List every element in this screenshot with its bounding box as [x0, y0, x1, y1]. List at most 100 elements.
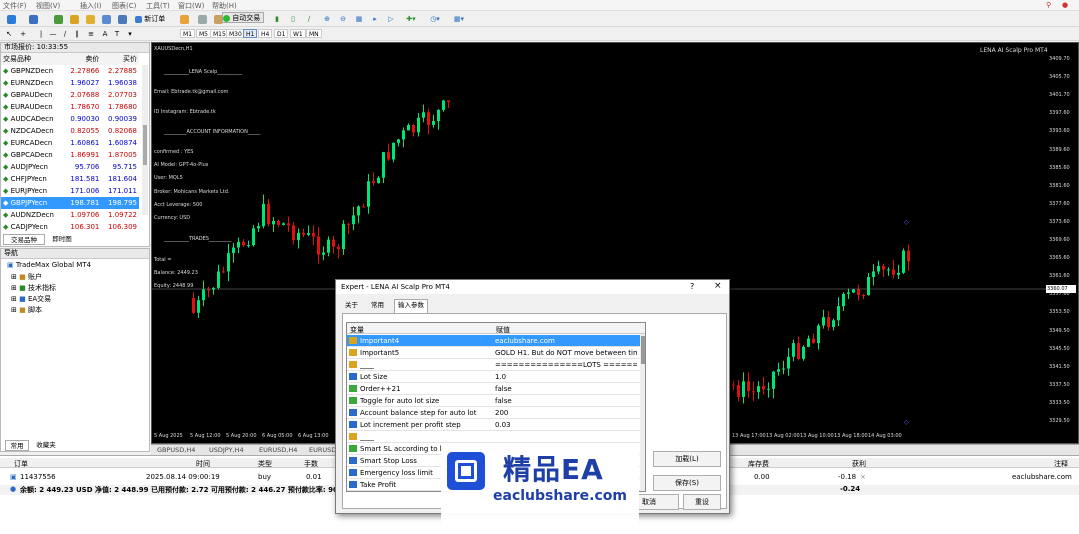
- label-icon[interactable]: T: [112, 28, 122, 39]
- signals-button[interactable]: [196, 13, 208, 24]
- search-icon[interactable]: ⚲: [1046, 1, 1051, 9]
- inputs-scrollbar[interactable]: [640, 334, 645, 491]
- param-value[interactable]: 200: [495, 409, 637, 417]
- input-row[interactable]: Order++21 false: [347, 383, 640, 395]
- input-row[interactable]: Important4 eaclubshare.com: [347, 335, 640, 347]
- menu-help[interactable]: 帮助(H): [212, 1, 237, 11]
- param-value[interactable]: eaclubshare.com: [495, 337, 637, 345]
- vline-icon[interactable]: |: [36, 28, 46, 39]
- col-variable[interactable]: 变量: [350, 325, 364, 335]
- col-time[interactable]: 时间: [196, 459, 210, 469]
- zoom-in-icon[interactable]: ⊕: [322, 13, 332, 24]
- col-type[interactable]: 类型: [258, 459, 272, 469]
- market-watch-row[interactable]: ◆ GBPNZDecn 2.27866 2.27885: [1, 65, 139, 77]
- col-order[interactable]: 订单: [14, 459, 28, 469]
- fibonacci-icon[interactable]: ≡: [86, 28, 96, 39]
- help-button[interactable]: ?: [690, 282, 694, 291]
- col-swap[interactable]: 库存费: [748, 459, 769, 469]
- tile-icon[interactable]: ▦: [354, 13, 364, 24]
- param-value[interactable]: 1.0: [495, 373, 637, 381]
- market-watch-row[interactable]: ◆ AUDCADecn 0.90030 0.90039: [1, 113, 139, 125]
- profiles-button[interactable]: [26, 13, 40, 24]
- col-bid[interactable]: 卖价: [64, 53, 102, 65]
- crosshair-icon[interactable]: +: [18, 28, 28, 39]
- line-chart-icon[interactable]: ∕: [304, 13, 314, 24]
- tab-inputs[interactable]: 输入参数: [394, 299, 428, 313]
- candle-chart-icon[interactable]: ▯: [288, 13, 298, 24]
- auto-trading-button[interactable]: 自动交易: [222, 12, 264, 23]
- market-watch-row[interactable]: ◆ EURCADecn 1.60861 1.60874: [1, 137, 139, 149]
- menu-chart[interactable]: 图表(C): [112, 1, 136, 11]
- data-window-button[interactable]: [68, 13, 80, 24]
- tf-mn[interactable]: MN: [306, 29, 322, 38]
- input-row[interactable]: ____ ===============LOTS =========: [347, 359, 640, 371]
- text-icon[interactable]: A: [100, 28, 110, 39]
- menu-tools[interactable]: 工具(T): [146, 1, 170, 11]
- input-row[interactable]: Lot increment per profit step 0.03: [347, 419, 640, 431]
- chart-tab-gbpusd[interactable]: GBPUSD,H4: [157, 446, 195, 454]
- metaeditor-button[interactable]: [178, 13, 190, 24]
- market-watch-row[interactable]: ◆ NZDCADecn 0.82055 0.82068: [1, 125, 139, 137]
- tf-w1[interactable]: W1: [290, 29, 306, 38]
- market-watch-row[interactable]: ◆ EURJPYecn 171.006 171.011: [1, 185, 139, 197]
- chart-tab-eurusd-2[interactable]: EURUSD: [309, 446, 336, 454]
- market-watch-row[interactable]: ◆ AUDJPYecn 95.706 95.715: [1, 161, 139, 173]
- tab-favorites[interactable]: 收藏夹: [31, 440, 61, 451]
- param-value[interactable]: false: [495, 397, 637, 405]
- tab-about[interactable]: 关于: [342, 300, 361, 312]
- tf-h4[interactable]: H4: [258, 29, 273, 38]
- user-icon[interactable]: ●: [1062, 1, 1068, 9]
- menu-insert[interactable]: 插入(I): [80, 1, 102, 11]
- menu-file[interactable]: 文件(F): [3, 1, 27, 11]
- input-row[interactable]: Important5 GOLD H1. But do NOT move betwe…: [347, 347, 640, 359]
- close-order-icon[interactable]: ×: [860, 473, 866, 481]
- market-watch-scrollbar[interactable]: [142, 65, 148, 215]
- market-watch-button[interactable]: [52, 13, 64, 24]
- cursor-icon[interactable]: ↖: [4, 28, 14, 39]
- trendline-icon[interactable]: ∕: [60, 28, 70, 39]
- tab-common-settings[interactable]: 常用: [368, 300, 387, 312]
- tab-tick-chart[interactable]: 即时图: [47, 234, 77, 245]
- tester-button[interactable]: [116, 13, 128, 24]
- param-value[interactable]: ===============LOTS =========: [495, 361, 637, 369]
- indicators-icon[interactable]: ✚▾: [404, 13, 418, 24]
- tab-symbols[interactable]: 交易品种: [3, 234, 45, 245]
- navigator-button[interactable]: [84, 13, 96, 24]
- terminal-button[interactable]: [100, 13, 112, 24]
- nav-root[interactable]: ▣ TradeMax Global MT4: [7, 261, 91, 269]
- zoom-out-icon[interactable]: ⊖: [338, 13, 348, 24]
- close-button[interactable]: ×: [714, 281, 722, 291]
- col-comment[interactable]: 注释: [1054, 459, 1068, 469]
- new-order-button[interactable]: 新订单: [134, 13, 174, 24]
- chart-tab-usdjpy[interactable]: USDJPY,H4: [209, 446, 244, 454]
- col-profit[interactable]: 获利: [852, 459, 866, 469]
- load-button[interactable]: 加载(L): [653, 451, 721, 467]
- tf-h1[interactable]: H1: [243, 29, 258, 38]
- col-symbol[interactable]: 交易品种: [1, 53, 64, 65]
- periods-icon[interactable]: ◷▾: [428, 13, 442, 24]
- param-value[interactable]: GOLD H1. But do NOT move between tim...: [495, 349, 637, 357]
- nav-scripts[interactable]: ⊞ ■ 脚本: [11, 305, 42, 315]
- tf-m1[interactable]: M1: [180, 29, 195, 38]
- col-lots[interactable]: 手数: [304, 459, 318, 469]
- tf-m5[interactable]: M5: [196, 29, 211, 38]
- hline-icon[interactable]: —: [48, 28, 58, 39]
- channel-icon[interactable]: ∥: [72, 28, 82, 39]
- menu-view[interactable]: 视图(V): [36, 1, 60, 11]
- market-watch-row[interactable]: ◆ AUDNZDecn 1.09706 1.09722: [1, 209, 139, 221]
- market-watch-row[interactable]: ◆ GBPCADecn 1.86991 1.87005: [1, 149, 139, 161]
- market-watch-row[interactable]: ◆ GBPJPYecn 198.781 198.795: [1, 197, 139, 209]
- market-watch-row[interactable]: ◆ EURNZDecn 1.96027 1.96038: [1, 77, 139, 89]
- nav-accounts[interactable]: ⊞ ■ 账户: [11, 272, 42, 282]
- nav-indicators[interactable]: ⊞ ■ 技术指标: [11, 283, 56, 293]
- col-ask[interactable]: 买价: [101, 53, 139, 65]
- market-watch-row[interactable]: ◆ GBPAUDecn 2.07688 2.07703: [1, 89, 139, 101]
- col-value[interactable]: 赋值: [496, 325, 510, 335]
- market-watch-row[interactable]: ◆ EURAUDecn 1.78670 1.78680: [1, 101, 139, 113]
- tab-common[interactable]: 常用: [5, 440, 29, 451]
- templates-icon[interactable]: ▦▾: [452, 13, 466, 24]
- input-row[interactable]: Toggle for auto lot size false: [347, 395, 640, 407]
- save-button[interactable]: 保存(S): [653, 475, 721, 491]
- nav-experts[interactable]: ⊞ ■ EA交易: [11, 294, 51, 304]
- input-row[interactable]: Account balance step for auto lot 200: [347, 407, 640, 419]
